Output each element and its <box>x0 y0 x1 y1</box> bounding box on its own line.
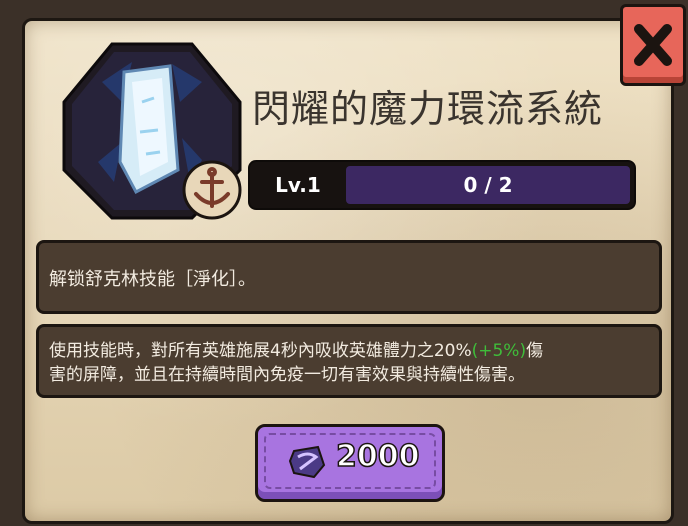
close-icon <box>634 24 672 66</box>
description-box: 使用技能時，對所有英雄施展4秒內吸收英雄體力之20%(+5%)傷 害的屏障，並且… <box>36 324 662 398</box>
level-track: 0 / 2 <box>346 166 630 204</box>
magic-stone-icon <box>288 445 326 479</box>
bonus-text: (+5%) <box>471 341 527 361</box>
level-progress-text: 0 / 2 <box>463 173 513 197</box>
description-text: 使用技能時，對所有英雄施展4秒內吸收英雄體力之20% <box>49 341 472 361</box>
description-line-2: 害的屏障，並且在持續時間內免疫一切有害效果與持續性傷害。 <box>49 365 525 385</box>
close-button[interactable] <box>620 4 686 86</box>
level-progress-bar: Lv.1 0 / 2 <box>248 160 636 210</box>
unlock-text: 解锁舒克林技能［淨化］。 <box>49 269 256 290</box>
skill-crystal-icon <box>62 42 242 220</box>
level-label: Lv.1 <box>275 173 321 197</box>
skill-title: 閃耀的魔力環流系統 <box>252 87 604 131</box>
cost-value: 2000 <box>335 438 420 475</box>
upgrade-cost-button[interactable]: 2000 <box>255 424 445 502</box>
description-line-1: 使用技能時，對所有英雄施展4秒內吸收英雄體力之20%(+5%)傷 <box>49 339 649 363</box>
unlock-box: 解锁舒克林技能［淨化］。 <box>36 240 662 314</box>
description-text: 傷 <box>526 341 544 361</box>
